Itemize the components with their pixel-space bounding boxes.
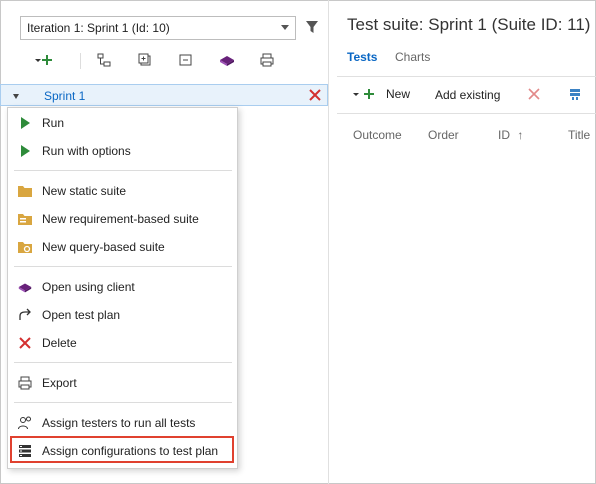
play-icon	[21, 117, 30, 129]
expand-all-button[interactable]	[134, 50, 156, 70]
folder-icon	[18, 186, 32, 197]
column-header-title[interactable]: Title	[568, 128, 590, 142]
delete-x-icon[interactable]	[307, 87, 323, 103]
column-header-id[interactable]: ID ↑	[498, 128, 523, 142]
menu-item-label: Open using client	[42, 280, 135, 294]
open-client-icon	[220, 56, 234, 66]
menu-item-delete[interactable]: Delete	[8, 330, 237, 356]
collapse-all-icon	[179, 54, 192, 66]
highlight-box	[10, 436, 234, 463]
client-icon	[18, 283, 32, 293]
tree-item-label: Sprint 1	[44, 89, 86, 103]
play-icon	[21, 145, 30, 157]
menu-item-open-test-plan[interactable]: Open test plan	[8, 302, 237, 328]
menu-item-assign-testers[interactable]: Assign testers to run all tests	[8, 410, 237, 436]
divider	[337, 113, 596, 114]
print-icon	[18, 376, 32, 390]
test-suite-pane: Test suite: Sprint 1 (Suite ID: 11) Test…	[330, 0, 596, 484]
new-button-label: New	[386, 87, 411, 101]
delete-x-icon	[19, 337, 31, 349]
menu-item-label: Open test plan	[42, 308, 121, 322]
new-suite-dropdown-button[interactable]	[32, 50, 54, 70]
print-icon	[260, 53, 274, 67]
menu-item-label: Delete	[42, 336, 77, 350]
menu-separator	[14, 266, 232, 267]
testers-icon	[18, 416, 31, 430]
menu-item-label: Assign testers to run all tests	[42, 416, 196, 430]
menu-item-open-using-client[interactable]: Open using client	[8, 274, 237, 300]
menu-separator	[14, 170, 232, 171]
menu-item-new-requirement-suite[interactable]: New requirement-based suite	[8, 206, 237, 232]
menu-separator	[14, 402, 232, 403]
tests-toolbar: New Add existing	[330, 84, 596, 106]
tab-tests[interactable]: Tests	[347, 50, 377, 64]
menu-item-new-query-suite[interactable]: New query-based suite	[8, 234, 237, 260]
menu-item-label: Run with options	[42, 144, 131, 158]
iteration-dropdown-value: Iteration 1: Sprint 1 (Id: 10)	[27, 21, 170, 35]
menu-item-run-with-options[interactable]: Run with options	[8, 138, 237, 164]
remove-x-icon[interactable]	[527, 87, 541, 101]
menu-item-label: Run	[42, 116, 65, 130]
context-menu: Run Run with options New static suite Ne…	[7, 107, 238, 469]
test-plan-tree-pane: Iteration 1: Sprint 1 (Id: 10) Sprint 1 …	[0, 0, 329, 484]
query-suite-icon	[18, 242, 32, 253]
menu-item-run[interactable]: Run	[8, 110, 237, 136]
add-existing-button[interactable]: Add existing	[435, 88, 500, 102]
menu-separator	[14, 362, 232, 363]
toolbar-divider	[80, 53, 81, 69]
column-header-order[interactable]: Order	[428, 128, 459, 142]
tree-expand-icon	[97, 53, 111, 67]
iteration-dropdown[interactable]: Iteration 1: Sprint 1 (Id: 10)	[20, 16, 296, 40]
tree-expander-icon[interactable]	[13, 94, 19, 99]
divider	[337, 76, 596, 77]
menu-item-label: New query-based suite	[42, 240, 165, 254]
column-header-outcome[interactable]: Outcome	[353, 128, 402, 142]
pane-divider[interactable]	[328, 0, 329, 484]
menu-item-new-static-suite[interactable]: New static suite	[8, 178, 237, 204]
menu-item-label: Export	[42, 376, 77, 390]
grid-header: Outcome Order ID ↑ Title	[330, 128, 596, 144]
expand-all-icon	[138, 53, 151, 66]
filter-icon[interactable]	[305, 19, 319, 35]
order-tests-icon[interactable]	[568, 87, 582, 101]
column-header-id-label: ID	[498, 128, 510, 142]
menu-item-label: New requirement-based suite	[42, 212, 199, 226]
requirement-suite-icon	[18, 214, 32, 225]
new-dropdown-icon	[353, 89, 374, 99]
new-suite-dropdown-icon	[35, 55, 52, 65]
tree-item-sprint-1[interactable]: Sprint 1	[0, 84, 328, 106]
new-test-button[interactable]: New	[352, 86, 410, 102]
tab-charts[interactable]: Charts	[395, 50, 430, 64]
print-button[interactable]	[256, 50, 278, 70]
open-client-button[interactable]	[216, 50, 238, 70]
sort-ascending-icon: ↑	[517, 128, 524, 142]
chevron-down-icon	[281, 25, 289, 30]
menu-item-label: New static suite	[42, 184, 127, 198]
page-title: Test suite: Sprint 1 (Suite ID: 11)	[347, 15, 591, 34]
tree-view-button[interactable]	[93, 50, 115, 70]
collapse-all-button[interactable]	[175, 50, 197, 70]
open-arrow-icon	[19, 308, 31, 320]
menu-item-export[interactable]: Export	[8, 370, 237, 396]
